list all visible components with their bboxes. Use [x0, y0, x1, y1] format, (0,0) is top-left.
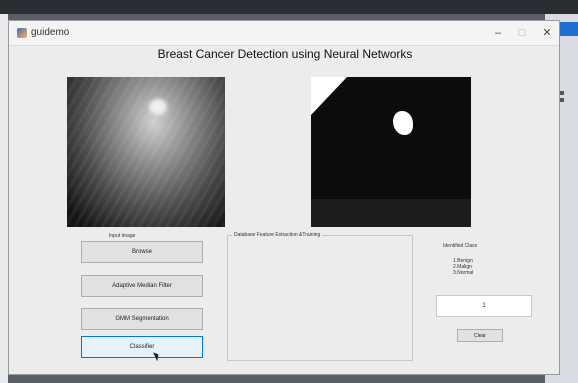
guidemo-window: guidemo – □ ✕ Breast Cancer Detection us… [8, 20, 560, 375]
input-image-label: Input Image [109, 233, 136, 239]
segmented-mass-region [393, 111, 413, 135]
app-heading: Breast Cancer Detection using Neural Net… [157, 47, 413, 61]
minimize-icon[interactable]: – [487, 24, 509, 42]
desktop-top-bar [0, 0, 578, 14]
desktop-right-marks [560, 88, 570, 118]
browse-button[interactable]: Browse [81, 241, 203, 263]
segmented-image-axes [311, 77, 471, 227]
matlab-app-icon [17, 28, 27, 38]
classifier-button[interactable]: Classifier [81, 336, 203, 358]
mass-highlight [149, 99, 167, 115]
class-legend: 1.Benign 2.Malign 3.Normal [453, 258, 473, 276]
desktop-left-strip [0, 14, 8, 383]
tissue-texture [67, 77, 225, 227]
segment-corner-region [311, 77, 347, 115]
adaptive-median-filter-button[interactable]: Adaptive Median Filter [81, 275, 203, 297]
panel-title: Database Feature Extraction &Training [232, 232, 323, 238]
title-bar[interactable]: guidemo – □ ✕ [9, 21, 559, 46]
class-item-normal: 3.Normal [453, 270, 474, 276]
input-image-axes [67, 77, 225, 227]
maximize-icon[interactable]: □ [511, 24, 533, 42]
segment-bottom-region [311, 199, 471, 227]
result-field[interactable]: 1 [436, 295, 532, 317]
close-icon[interactable]: ✕ [536, 24, 558, 42]
gmm-segmentation-button[interactable]: GMM Segmentation [81, 308, 203, 330]
clear-button[interactable]: Clear [457, 329, 503, 342]
window-title: guidemo [31, 27, 70, 38]
feature-extraction-panel: Database Feature Extraction &Training [227, 232, 413, 361]
identified-class-label: Identified Class [443, 243, 478, 249]
